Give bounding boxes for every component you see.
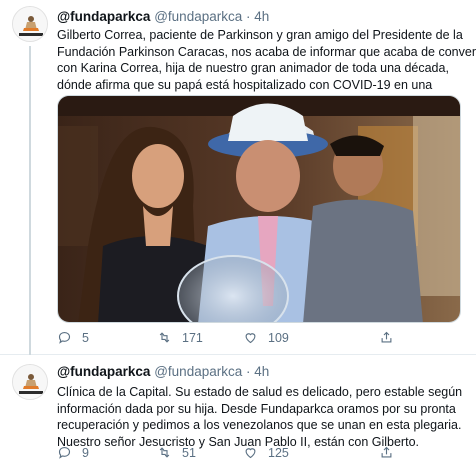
heart-icon (245, 333, 256, 344)
tweet-text-line: Clínica de la Capital. Su estado de salu… (57, 385, 463, 399)
user-handle[interactable]: @fundaparkca (154, 364, 242, 379)
fundaparkca-logo (13, 365, 47, 399)
tweet-text-line: Fundación Parkinson Caracas, nos acaba d… (57, 44, 476, 59)
retweet-button[interactable]: 171 (157, 330, 203, 345)
separator-dot: · (246, 364, 251, 379)
tweet[interactable]: @fundaparkca @fundaparkca · 4h Clínica d… (0, 355, 476, 467)
tweet-text-line: recuperación y pedimos a los venezolanos… (57, 418, 462, 432)
retweet-icon (159, 332, 170, 343)
photo-three-people (58, 96, 460, 322)
reply-icon (58, 331, 71, 344)
retweet-button[interactable]: 51 (157, 445, 196, 460)
tweet-header: @fundaparkca @fundaparkca · 4h (57, 9, 269, 24)
tweet[interactable]: @fundaparkca @fundaparkca · 4h Gilberto … (0, 0, 476, 355)
tweet-text: Clínica de la Capital. Su estado de salu… (57, 384, 463, 450)
like-button[interactable]: 125 (243, 445, 289, 460)
reply-button[interactable]: 5 (57, 330, 89, 345)
share-icon (381, 331, 392, 343)
tweet-photo[interactable] (57, 95, 461, 323)
reply-count: 5 (82, 330, 89, 345)
tweet-text: Gilberto Correa, paciente de Parkinson y… (57, 27, 476, 93)
user-handle[interactable]: @fundaparkca (154, 9, 242, 24)
share-icon (381, 446, 392, 458)
thread-connector (29, 46, 31, 355)
tweet-actions: 5 171 109 (57, 330, 397, 350)
fundaparkca-logo (13, 7, 47, 41)
display-name[interactable]: @fundaparkca (57, 364, 150, 379)
tweet-actions: 9 51 125 (57, 445, 397, 465)
like-button[interactable]: 109 (243, 330, 289, 345)
tweet-text-line: Gilberto Correa, paciente de Parkinson y… (57, 28, 463, 42)
separator-dot: · (246, 9, 251, 24)
avatar[interactable] (12, 364, 48, 400)
retweet-count: 171 (182, 330, 203, 345)
tweet-text-line: con Karina Correa, hija de nuestro gran … (57, 61, 449, 75)
share-button[interactable] (379, 445, 394, 460)
timestamp[interactable]: 4h (254, 364, 269, 379)
share-button[interactable] (379, 330, 394, 345)
reply-icon (58, 446, 71, 459)
reply-button[interactable]: 9 (57, 445, 89, 460)
timestamp[interactable]: 4h (254, 9, 269, 24)
reply-count: 9 (82, 445, 89, 460)
retweet-count: 51 (182, 445, 196, 460)
like-count: 109 (268, 330, 289, 345)
heart-icon (245, 448, 256, 459)
retweet-icon (159, 447, 170, 458)
tweet-text-line: información dada por su hija. Desde Fund… (57, 401, 456, 416)
display-name[interactable]: @fundaparkca (57, 9, 150, 24)
avatar[interactable] (12, 6, 48, 42)
tweet-text-line: dónde afirma que su papá está hospitaliz… (57, 77, 433, 92)
like-count: 125 (268, 445, 289, 460)
tweet-header: @fundaparkca @fundaparkca · 4h (57, 364, 269, 379)
